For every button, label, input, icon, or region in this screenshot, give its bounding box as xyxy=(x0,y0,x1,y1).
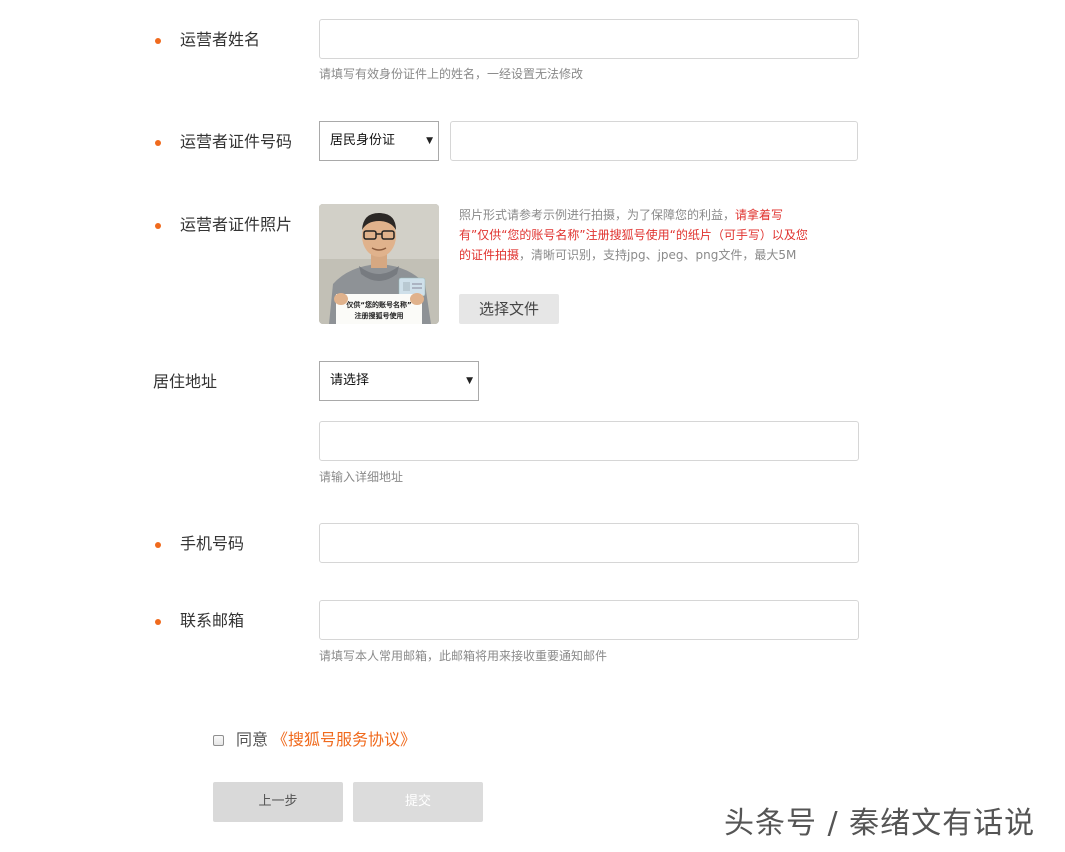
id-number-input[interactable] xyxy=(450,121,858,161)
operator-photo-label: 运营者证件照片 xyxy=(180,215,293,234)
agreement-prefix: 同意 xyxy=(236,730,269,749)
phone-label: 手机号码 xyxy=(180,534,245,553)
required-marker-icon xyxy=(155,542,161,548)
operator-id-label: 运营者证件号码 xyxy=(180,132,293,151)
phone-input[interactable] xyxy=(319,523,859,563)
id-type-selected-value: 居民身份证 xyxy=(330,133,396,148)
required-marker-icon xyxy=(155,619,161,625)
triangle-down-icon: ▼ xyxy=(466,376,473,386)
operator-name-hint: 请填写有效身份证件上的姓名，一经设置无法修改 xyxy=(319,67,584,81)
email-label: 联系邮箱 xyxy=(180,611,245,630)
operator-name-input[interactable] xyxy=(319,19,859,59)
email-hint: 请填写本人常用邮箱，此邮箱将用来接收重要通知邮件 xyxy=(319,649,608,663)
sample-photo-image: 仅供“您的账号名称” 注册搜狐号使用 xyxy=(319,204,439,324)
choose-file-button[interactable]: 选择文件 xyxy=(459,294,559,324)
email-input[interactable] xyxy=(319,600,859,640)
submit-button[interactable]: 提交 xyxy=(353,782,483,822)
address-label: 居住地址 xyxy=(153,372,218,391)
required-marker-icon xyxy=(155,38,161,44)
agreement-checkbox[interactable] xyxy=(213,735,224,746)
triangle-down-icon: ▼ xyxy=(426,136,433,146)
sample-card-line2: 注册搜狐号使用 xyxy=(354,312,404,320)
previous-step-button[interactable]: 上一步 xyxy=(213,782,343,822)
address-detail-hint: 请输入详细地址 xyxy=(319,470,404,484)
photo-instructions-part1: 照片形式请参考示例进行拍摄，为了保障您的利益， xyxy=(459,208,736,222)
required-marker-icon xyxy=(155,140,161,146)
operator-name-label: 运营者姓名 xyxy=(180,30,261,49)
sample-card-line1: 仅供“您的账号名称” xyxy=(346,301,412,309)
photo-instructions: 照片形式请参考示例进行拍摄，为了保障您的利益，请拿着写有”仅供“您的账号名称”注… xyxy=(459,205,811,265)
watermark-text: 头条号 / 秦绪文有话说 xyxy=(724,806,1036,841)
region-select[interactable]: 请选择 ▼ xyxy=(319,361,479,401)
id-type-select[interactable]: 居民身份证 ▼ xyxy=(319,121,439,161)
service-agreement-link[interactable]: 《搜狐号服务协议》 xyxy=(272,730,416,750)
address-detail-input[interactable] xyxy=(319,421,859,461)
required-marker-icon xyxy=(155,223,161,229)
region-selected-value: 请选择 xyxy=(330,373,370,388)
photo-instructions-part2: ，清晰可识别，支持jpg、jpeg、png文件，最大5M xyxy=(519,248,797,262)
